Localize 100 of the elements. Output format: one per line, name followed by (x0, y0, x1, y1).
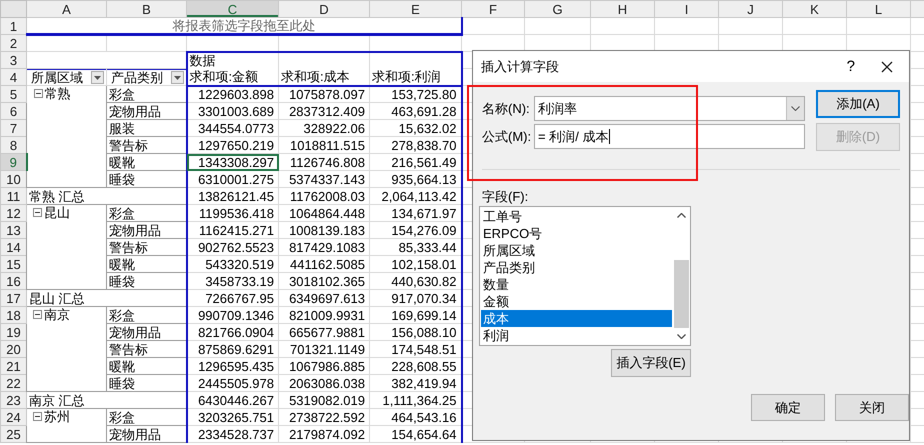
table-cell: 宠物用品 (106, 222, 186, 238)
table-cell: 102,158.01 (370, 256, 462, 272)
close-dialog-button[interactable]: 关闭 (835, 394, 909, 421)
row-header[interactable]: 22 (0, 374, 26, 392)
row-header[interactable]: 1 (0, 18, 26, 34)
field-label: 名称(N): (482, 100, 531, 118)
dialog-button[interactable]: 添加(A) (816, 90, 900, 118)
row-header[interactable]: 23 (0, 392, 26, 408)
formula-field[interactable]: = 利润/ 成本 (534, 124, 805, 149)
table-cell: 917,070.34 (370, 290, 462, 306)
row-header[interactable]: 6 (0, 102, 26, 120)
table-cell: 3458733.19 (186, 272, 278, 290)
row-header[interactable]: 19 (0, 324, 26, 340)
row-header[interactable]: 21 (0, 358, 26, 374)
table-cell: 警告标 (106, 340, 186, 358)
table-cell: 875869.6291 (186, 340, 278, 358)
row-header[interactable]: 18 (0, 306, 26, 324)
table-cell: 南京 (44, 308, 70, 322)
table-cell: 1075878.097 (278, 86, 370, 102)
column-header[interactable]: A (26, 0, 106, 18)
chevron-up-icon (677, 213, 686, 218)
row-header[interactable]: 14 (0, 238, 26, 256)
column-header[interactable]: H (590, 0, 654, 18)
column-header[interactable]: L (846, 0, 910, 18)
ok-button[interactable]: 确定 (751, 394, 825, 421)
filter-dropdown-button[interactable] (91, 71, 104, 84)
close-button[interactable] (881, 60, 893, 72)
row-header[interactable]: 15 (0, 256, 26, 272)
filter-dropdown-button[interactable] (170, 71, 184, 84)
dropdown-button[interactable] (786, 97, 804, 120)
table-cell: 1199536.418 (186, 204, 278, 222)
row-header[interactable]: 3 (0, 52, 26, 68)
table-cell: 3203265.751 (186, 408, 278, 426)
help-button[interactable]: ? (846, 58, 855, 75)
row-header[interactable]: 5 (0, 86, 26, 102)
column-heading: 所属区域 (30, 70, 83, 84)
list-item[interactable]: 成本 (481, 310, 672, 327)
table-cell: 440,630.82 (370, 272, 462, 290)
column-header[interactable]: J (718, 0, 782, 18)
column-header[interactable]: D (278, 0, 370, 18)
table-cell: 153,725.80 (370, 86, 462, 102)
table-cell: 警告标 (106, 238, 186, 256)
list-item[interactable]: 利润 (481, 327, 672, 344)
table-cell: 2,064,113.42 (370, 188, 462, 204)
table-caption: 数据 (186, 52, 278, 68)
column-header[interactable]: C (186, 0, 278, 18)
table-cell: 2837312.409 (278, 102, 370, 120)
fields-list[interactable]: 工单号 ERPCO号 所属区域 产品类别 数量 金额 成本 利润 (479, 206, 691, 346)
insert-field-button[interactable]: 插入字段(E) (611, 349, 691, 377)
table-cell: 2179874.092 (278, 426, 370, 442)
table-cell: 6430446.267 (186, 392, 278, 408)
table-cell: 苏州 (44, 410, 70, 424)
table-cell: 169,699.14 (370, 306, 462, 324)
collapse-icon[interactable] (33, 412, 42, 421)
row-header[interactable]: 12 (0, 204, 26, 222)
row-header[interactable]: 2 (0, 34, 26, 52)
list-item[interactable]: 所属区域 (481, 242, 672, 259)
row-header[interactable]: 13 (0, 222, 26, 238)
row-header[interactable]: 11 (0, 188, 26, 204)
table-cell: 15,632.02 (370, 120, 462, 136)
name-field[interactable]: 利润率 (534, 96, 805, 121)
row-header[interactable]: 16 (0, 272, 26, 290)
table-cell: 228,608.55 (370, 358, 462, 374)
table-cell[interactable]: 1343308.297 (186, 154, 278, 170)
collapse-icon[interactable] (34, 89, 42, 98)
table-cell: 南京 汇总 (26, 392, 186, 408)
row-header[interactable]: 25 (0, 426, 26, 442)
column-header[interactable]: F (462, 0, 524, 18)
collapse-icon[interactable] (33, 208, 42, 217)
row-header[interactable]: 9 (0, 154, 26, 170)
column-header[interactable]: B (106, 0, 186, 18)
row-header[interactable]: 10 (0, 170, 26, 188)
table-cell: 2445505.978 (186, 374, 278, 392)
row-header[interactable]: 17 (0, 290, 26, 306)
column-heading: 求和项:成本 (278, 68, 370, 86)
table-cell: 382,419.94 (370, 374, 462, 392)
row-header[interactable]: 24 (0, 408, 26, 426)
table-cell: 821766.0904 (186, 324, 278, 340)
column-header[interactable]: G (524, 0, 590, 18)
list-item[interactable]: 数量 (481, 276, 672, 293)
table-cell: 13826121.45 (186, 188, 278, 204)
table-cell: 警告标 (106, 136, 186, 154)
table-cell: 1,111,364.25 (370, 392, 462, 408)
list-item[interactable]: 工单号 (481, 208, 672, 225)
list-item[interactable]: 金额 (481, 293, 672, 310)
row-header[interactable]: 7 (0, 120, 26, 136)
column-header[interactable]: E (370, 0, 462, 18)
row-header[interactable]: 4 (0, 68, 26, 86)
list-item[interactable]: 产品类别 (481, 259, 672, 276)
table-cell: 2063086.038 (278, 374, 370, 392)
table-cell: 1064864.448 (278, 204, 370, 222)
column-header[interactable]: K (782, 0, 846, 18)
column-header[interactable]: I (654, 0, 718, 18)
scrollbar-thumb[interactable] (674, 260, 689, 328)
table-cell: 3018102.365 (278, 272, 370, 290)
collapse-icon[interactable] (33, 310, 42, 319)
row-header[interactable]: 20 (0, 340, 26, 358)
list-item[interactable]: ERPCO号 (481, 225, 672, 242)
row-header[interactable]: 8 (0, 136, 26, 154)
table-cell: 154,276.09 (370, 222, 462, 238)
